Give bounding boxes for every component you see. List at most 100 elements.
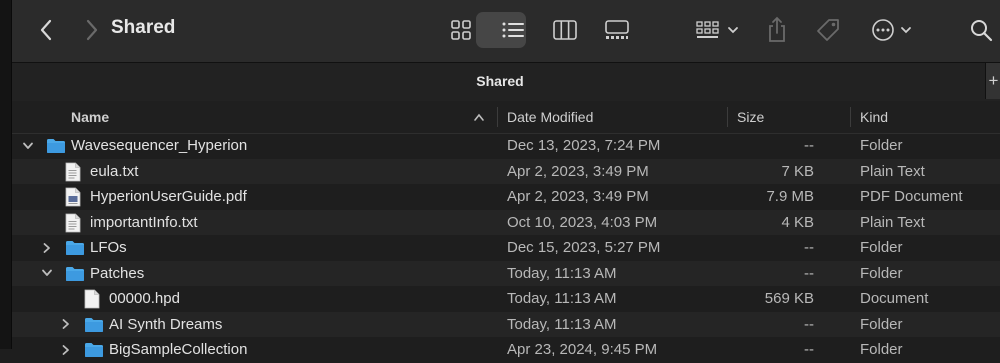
column-kind-header[interactable]: Kind [860, 101, 888, 133]
disclosure-collapsed[interactable] [41, 235, 53, 261]
date-modified: Dec 15, 2023, 5:27 PM [507, 239, 661, 256]
file-kind: Plain Text [860, 213, 925, 231]
text-file-icon [65, 162, 81, 186]
file-name: 00000.hpd [109, 290, 180, 307]
date-modified: Dec 13, 2023, 7:24 PM [507, 137, 661, 154]
file-size: 7.9 MB [766, 188, 814, 205]
date-modified: Today, 11:13 AM [507, 290, 617, 307]
file-name: eula.txt [90, 162, 139, 180]
file-size: -- [804, 315, 814, 333]
column-header: Name Date Modified Size Kind [12, 101, 1000, 134]
disclosure-collapsed[interactable] [60, 337, 72, 363]
file-kind: Folder [860, 315, 903, 333]
file-row[interactable]: HyperionUserGuide.pdf Apr 2, 2023, 3:49 P… [12, 184, 1000, 210]
chevron-down-icon [728, 27, 738, 34]
chevron-right-icon [43, 242, 50, 253]
column-date-header[interactable]: Date Modified [507, 101, 593, 133]
file-name: importantInfo.txt [90, 213, 198, 231]
back-button[interactable] [34, 16, 58, 44]
file-row[interactable]: AI Synth Dreams Today, 11:13 AM -- Folder [12, 311, 1000, 338]
disclosure-expanded[interactable] [41, 261, 53, 287]
file-size: 569 KB [764, 290, 814, 307]
chevron-right-icon [62, 319, 69, 330]
file-kind: Folder [860, 239, 903, 256]
folder-icon [65, 240, 85, 260]
file-kind: Folder [860, 341, 903, 358]
more-actions-icon [872, 19, 894, 41]
document-icon [84, 289, 100, 313]
folder-icon [84, 317, 104, 337]
file-row[interactable]: importantInfo.txt Oct 10, 2023, 4:03 PM 4 … [12, 209, 1000, 237]
date-modified: Apr 23, 2024, 9:45 PM [507, 341, 658, 358]
icon-view-button[interactable] [444, 12, 478, 48]
disclosure-expanded[interactable] [22, 133, 34, 159]
file-name: Wavesequencer_Hyperion [71, 137, 248, 154]
file-row[interactable]: BigSampleCollection Apr 23, 2024, 9:45 PM… [12, 337, 1000, 363]
list-view-icon-wrap [488, 12, 538, 48]
file-row[interactable]: Wavesequencer_Hyperion Dec 13, 2023, 7:24… [12, 133, 1000, 159]
file-name: Patches [90, 264, 145, 282]
window-title: Shared [111, 17, 176, 38]
forward-icon [86, 19, 98, 41]
file-size: 4 KB [781, 213, 814, 231]
group-icon [696, 21, 719, 38]
pdf-file-icon [65, 187, 81, 211]
date-modified: Apr 2, 2023, 3:49 PM [507, 162, 649, 180]
chevron-down-icon [23, 142, 33, 149]
date-modified: Oct 10, 2023, 4:03 PM [507, 213, 658, 231]
column-view-button[interactable] [548, 12, 582, 48]
file-name: AI Synth Dreams [109, 315, 223, 333]
sidebar-edge [0, 0, 12, 349]
gallery-view-icon [605, 20, 629, 39]
chevron-up-icon [474, 113, 484, 121]
column-divider[interactable] [850, 107, 851, 127]
column-name-header[interactable]: Name [71, 101, 491, 133]
file-size: -- [804, 137, 814, 154]
file-row[interactable]: Patches Today, 11:13 AM -- Folder [12, 260, 1000, 287]
search-icon [971, 20, 993, 42]
file-size: -- [804, 239, 814, 256]
more-actions-button[interactable] [866, 14, 918, 46]
gallery-view-button[interactable] [600, 12, 634, 48]
file-list: Wavesequencer_Hyperion Dec 13, 2023, 7:24… [12, 133, 1000, 363]
chevron-down-icon [901, 27, 911, 34]
file-kind: Folder [860, 137, 903, 154]
group-button[interactable] [692, 14, 744, 46]
share-button[interactable] [762, 12, 792, 48]
search-button[interactable] [966, 14, 996, 46]
file-name: BigSampleCollection [109, 341, 248, 358]
file-kind: PDF Document [860, 188, 963, 205]
date-modified: Apr 2, 2023, 3:49 PM [507, 188, 649, 205]
new-tab-button[interactable]: + [985, 63, 1000, 99]
file-kind: Folder [860, 264, 903, 282]
tag-icon [817, 19, 839, 41]
file-size: -- [804, 264, 814, 282]
folder-icon [65, 266, 85, 286]
date-modified: Today, 11:13 AM [507, 315, 617, 333]
chevron-down-icon [42, 269, 52, 277]
chevron-right-icon [62, 344, 69, 355]
list-view-icon [502, 22, 524, 38]
column-size-header[interactable]: Size [737, 101, 764, 133]
share-icon [769, 16, 785, 42]
sort-indicator[interactable] [472, 101, 490, 133]
back-icon [40, 19, 52, 41]
file-name: LFOs [90, 239, 127, 256]
text-file-icon [65, 213, 81, 237]
file-kind: Document [860, 290, 929, 307]
tag-button[interactable] [812, 12, 844, 48]
forward-button[interactable] [80, 16, 104, 44]
folder-icon [84, 342, 104, 362]
icon-view-icon [451, 20, 471, 40]
column-divider[interactable] [727, 107, 728, 127]
file-kind: Plain Text [860, 162, 925, 180]
file-row[interactable]: eula.txt Apr 2, 2023, 3:49 PM 7 KB Plain Te… [12, 158, 1000, 186]
file-row[interactable]: LFOs Dec 15, 2023, 5:27 PM -- Folder [12, 235, 1000, 261]
file-size: -- [804, 341, 814, 358]
tab-shared[interactable]: Shared [0, 73, 1000, 89]
folder-icon [46, 138, 66, 158]
file-row[interactable]: 00000.hpd Today, 11:13 AM 569 KB Document [12, 286, 1000, 312]
disclosure-collapsed[interactable] [60, 312, 72, 338]
date-modified: Today, 11:13 AM [507, 264, 617, 282]
column-divider[interactable] [497, 107, 498, 127]
